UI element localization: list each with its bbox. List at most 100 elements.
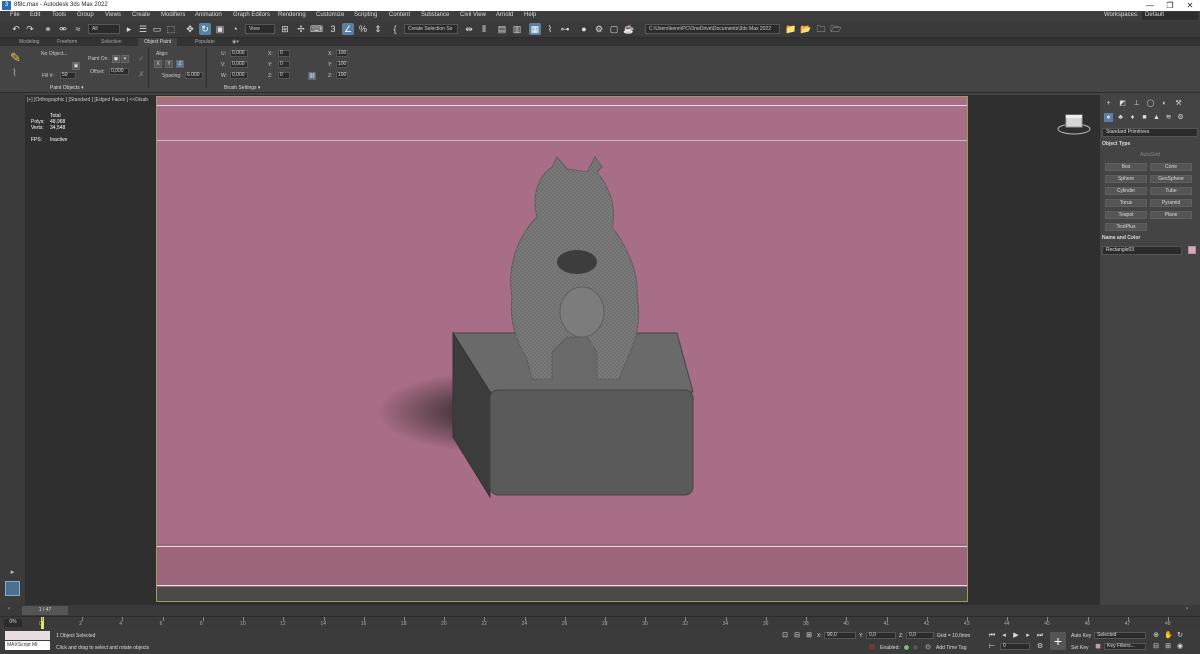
viewport-layout-icon[interactable]: [5, 581, 20, 596]
tube-button[interactable]: Tube: [1150, 187, 1192, 195]
menu-edit[interactable]: Edit: [30, 12, 40, 18]
maxscript-listener-pink[interactable]: [5, 631, 50, 640]
object-category-dropdown[interactable]: Standard Primitives: [1102, 128, 1198, 137]
field-of-view-icon[interactable]: ⊟: [1152, 643, 1160, 651]
menu-help[interactable]: Help: [524, 12, 536, 18]
menu-scripting[interactable]: Scripting: [354, 12, 377, 18]
shapes-icon[interactable]: ♣: [1116, 113, 1125, 122]
paint-brush-icon[interactable]: ✎: [10, 50, 26, 66]
menu-animation[interactable]: Animation: [195, 12, 222, 18]
object-name-field[interactable]: Rectangle03: [1102, 246, 1182, 255]
time-tag-icon[interactable]: ⊙: [924, 644, 932, 652]
expand-layouts-icon[interactable]: ▸: [8, 568, 17, 577]
paint-on-dropdown-icon[interactable]: ▾: [121, 55, 129, 63]
fill-count-field[interactable]: 50: [60, 72, 76, 79]
edit-named-sets-icon[interactable]: {: [389, 23, 401, 35]
open-folder-icon[interactable]: 📂: [800, 23, 812, 35]
tab-freeform[interactable]: Freeform: [57, 39, 77, 45]
w-field[interactable]: 0,000: [230, 72, 248, 79]
align-x-button[interactable]: X: [154, 60, 162, 68]
lights-icon[interactable]: ♦: [1128, 113, 1137, 122]
workspaces-dropdown[interactable]: Default: [1142, 12, 1198, 20]
z-field[interactable]: 0: [278, 72, 290, 79]
auto-key-button[interactable]: Auto Key: [1071, 633, 1091, 639]
select-manipulate-icon[interactable]: ✢: [295, 23, 307, 35]
tab-object-paint[interactable]: Object Paint: [138, 38, 178, 46]
key-mode-icon[interactable]: ⊢: [988, 643, 996, 651]
select-move-icon[interactable]: ✥: [184, 23, 196, 35]
geosphere-button[interactable]: GeoSphere: [1150, 175, 1192, 183]
undo-icon[interactable]: ↶: [10, 23, 22, 35]
maximize-viewport-icon[interactable]: ⊞: [1164, 643, 1172, 651]
menu-customize[interactable]: Customize: [316, 12, 344, 18]
pivot-center-icon[interactable]: ⊞: [279, 23, 291, 35]
textplus-button[interactable]: TextPlus: [1105, 223, 1147, 231]
ribbon-options-icon[interactable]: ◉▾: [232, 39, 239, 45]
project-folder-dropdown[interactable]: C:\Users\kenn\PC\OneDrive\Documents\3ds …: [645, 24, 780, 34]
link-icon[interactable]: ⚭: [42, 23, 54, 35]
keyboard-shortcut-icon[interactable]: ⌨: [310, 23, 323, 35]
prev-key-icon[interactable]: ◂: [1000, 632, 1008, 640]
key-filters-button[interactable]: Key Filters...: [1104, 643, 1146, 650]
maximize-button[interactable]: ❐: [1160, 0, 1180, 11]
menu-substance[interactable]: Substance: [421, 12, 449, 18]
v-field[interactable]: 0,000: [230, 61, 248, 68]
unlink-icon[interactable]: ⚮: [57, 23, 69, 35]
walkthrough-icon[interactable]: ◉: [1176, 643, 1184, 651]
menu-rendering[interactable]: Rendering: [278, 12, 306, 18]
toggle-scene-explorer-icon[interactable]: ▤: [496, 23, 508, 35]
menu-modifiers[interactable]: Modifiers: [161, 12, 185, 18]
mirror-icon[interactable]: ⇹: [463, 23, 475, 35]
helpers-icon[interactable]: ▲: [1152, 113, 1161, 122]
orbit-icon[interactable]: ✋: [1164, 632, 1173, 640]
cameras-icon[interactable]: ■: [1140, 113, 1149, 122]
z-coord-field[interactable]: 0,0: [906, 632, 934, 639]
x-field[interactable]: 0: [278, 50, 290, 57]
create-tab-icon[interactable]: +: [1104, 99, 1113, 108]
select-object-icon[interactable]: ▸: [123, 23, 135, 35]
menu-graph-editors[interactable]: Graph Editors: [233, 12, 270, 18]
align-z-button[interactable]: Z: [176, 60, 184, 68]
render-production-icon[interactable]: ☕: [623, 23, 635, 35]
menu-content[interactable]: Content: [389, 12, 410, 18]
x-coord-field[interactable]: 90,0: [824, 632, 856, 639]
enabled-toggle[interactable]: [903, 644, 910, 651]
xp-field[interactable]: 100: [336, 50, 348, 57]
lock-scale-icon[interactable]: ⛓: [308, 72, 316, 80]
menu-tools[interactable]: Tools: [52, 12, 66, 18]
pyramid-button[interactable]: Pyramid: [1150, 199, 1192, 207]
autogrid-checkbox[interactable]: AutoGrid: [1102, 152, 1198, 161]
reference-coordinate-dropdown[interactable]: View: [245, 24, 275, 34]
select-scale-icon[interactable]: ▣: [214, 23, 226, 35]
adaptive-degradation-icon[interactable]: ⚙: [868, 644, 876, 652]
y-coord-field[interactable]: 0,0: [866, 632, 896, 639]
tab-populate[interactable]: Populate: [195, 39, 215, 45]
select-rotate-icon[interactable]: ↻: [199, 23, 211, 35]
redo-icon[interactable]: ↷: [24, 23, 36, 35]
yp-field[interactable]: 100: [336, 61, 348, 68]
paint-objects-section[interactable]: Paint Objects ▾: [50, 85, 84, 91]
y-field[interactable]: 0: [278, 61, 290, 68]
render-setup-icon[interactable]: ⚙: [593, 23, 605, 35]
name-and-color-header[interactable]: Name and Color: [1102, 235, 1198, 244]
teapot-button[interactable]: Teapot: [1105, 211, 1147, 219]
go-to-end-icon[interactable]: ⏭: [1036, 632, 1044, 640]
motion-tab-icon[interactable]: ◯: [1146, 99, 1155, 108]
viewport-scene[interactable]: [156, 96, 968, 602]
pick-object-icon[interactable]: ▣: [72, 62, 80, 70]
geometry-icon[interactable]: ●: [1104, 113, 1113, 122]
bind-space-warp-icon[interactable]: ≈: [72, 23, 84, 35]
set-key-plus-icon[interactable]: +: [1050, 632, 1066, 650]
project-folder-icon[interactable]: 📁: [785, 23, 797, 35]
spacing-field[interactable]: 6.000: [185, 72, 203, 79]
time-slider[interactable]: ‹ 1 / 47 ›: [0, 605, 1200, 616]
toggle-layer-explorer-icon[interactable]: ▥: [511, 23, 523, 35]
save-folder-icon[interactable]: 🗀: [815, 23, 827, 35]
minimize-button[interactable]: —: [1140, 0, 1160, 11]
display-tab-icon[interactable]: ◐: [1160, 99, 1169, 108]
menu-arnold[interactable]: Arnold: [496, 12, 513, 18]
torus-button[interactable]: Torus: [1105, 199, 1147, 207]
align-icon[interactable]: ⫴: [478, 23, 490, 35]
sphere-button[interactable]: Sphere: [1105, 175, 1147, 183]
set-key-button[interactable]: Set Key: [1071, 645, 1089, 651]
